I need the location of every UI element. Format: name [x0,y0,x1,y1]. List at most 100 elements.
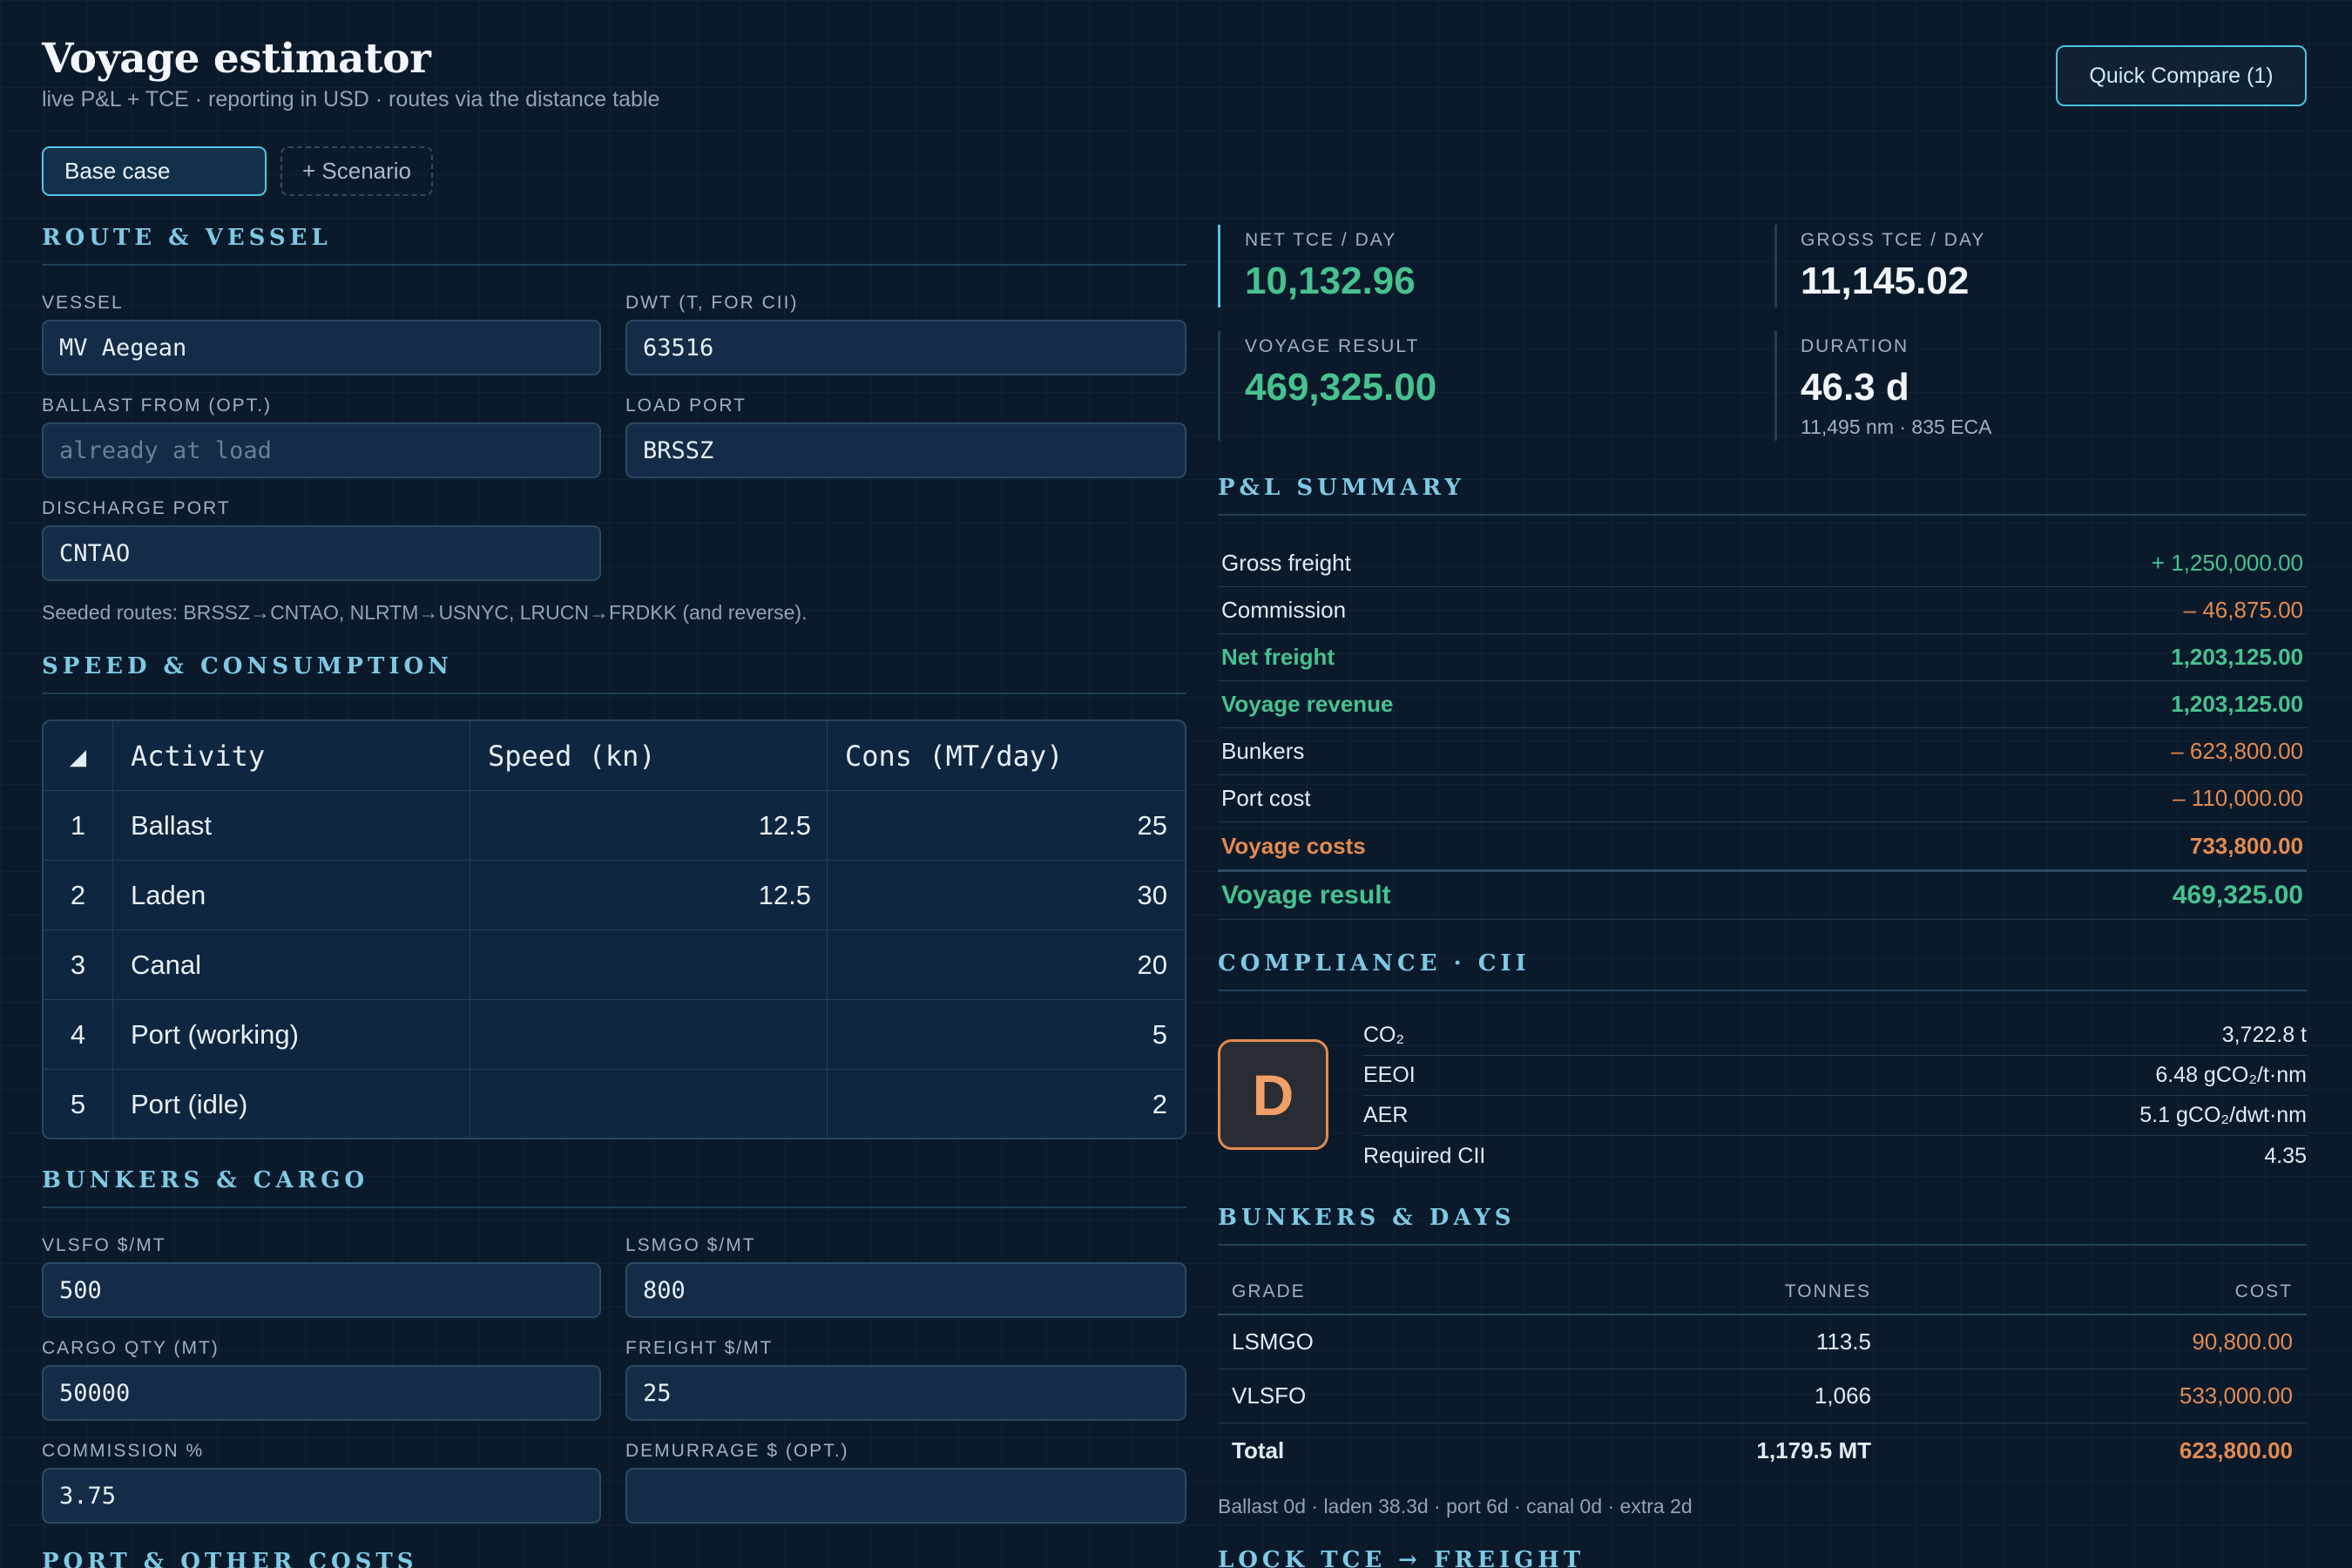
column-header-tonnes: TONNES [1784,1281,1871,1301]
section-divider [42,264,1186,266]
activity-cell[interactable]: Laden [113,861,470,930]
bunker-grade: VLSFO [1232,1382,1307,1409]
cons-cell[interactable]: 25 [828,791,1185,861]
pl-label: Voyage result [1221,881,1391,909]
speed-cell[interactable] [470,1000,828,1070]
discharge-port-label: DISCHARGE PORT [42,498,231,518]
bunker-total-tonnes: 1,179.5 MT [1756,1436,1871,1463]
bunker-total-cost: 623,800.00 [2179,1436,2293,1463]
ballast-from-label: BALLAST FROM (OPT.) [42,395,272,416]
column-header-speed[interactable]: Speed (kn) [470,721,828,791]
section-title-lock-tce: LOCK TCE → FREIGHT [1218,1547,1585,1568]
cii-value: 5.1 gCO₂/dwt·nm [2139,1103,2307,1127]
pl-value: + 1,250,000.00 [2151,550,2303,576]
cii-row-eeoi: EEOI 6.48 gCO₂/t·nm [1363,1056,2307,1096]
cons-cell[interactable]: 5 [828,1000,1185,1070]
activity-cell[interactable]: Canal [113,930,470,1000]
speed-cell[interactable]: 12.5 [470,861,828,930]
lsmgo-price-input[interactable]: 800 [625,1262,1186,1318]
section-divider [1218,1244,2307,1246]
ballast-from-input[interactable]: already at load [42,422,601,478]
pl-label: Commission [1221,597,1347,623]
sort-triangle-icon[interactable]: ◢ [44,721,113,791]
section-divider [42,693,1186,694]
vlsfo-label: VLSFO $/MT [42,1235,166,1255]
net-tce-value: 10,132.96 [1245,260,1416,302]
pl-value: 1,203,125.00 [2171,691,2303,717]
pl-label: Port cost [1221,785,1311,811]
activity-cell[interactable]: Port (working) [113,1000,470,1070]
speed-cell[interactable]: 12.5 [470,791,828,861]
row-number: 1 [44,791,113,861]
cii-row-aer: AER 5.1 gCO₂/dwt·nm [1363,1096,2307,1136]
bunker-table-header: GRADE TONNES COST [1218,1270,2307,1315]
cargo-qty-label: CARGO QTY (MT) [42,1338,220,1358]
speed-cell[interactable] [470,1070,828,1138]
pl-row-voyage-result: Voyage result 469,325.00 [1218,869,2307,920]
cons-cell[interactable]: 2 [828,1070,1185,1138]
section-divider [1218,514,2307,516]
table-row: 3 Canal 20 [44,930,1185,1000]
pl-row-commission: Commission – 46,875.00 [1218,587,2307,634]
section-title-bunkers-days: BUNKERS & DAYS [1218,1205,1516,1231]
voyage-result-value: 469,325.00 [1245,366,1437,409]
section-divider [42,1206,1186,1208]
activity-cell[interactable]: Port (idle) [113,1070,470,1138]
discharge-port-input[interactable]: CNTAO [42,525,601,581]
commission-label: COMMISSION % [42,1441,205,1461]
table-row: VLSFO 1,066 533,000.00 [1218,1369,2307,1423]
row-number: 2 [44,861,113,930]
activity-cell[interactable]: Ballast [113,791,470,861]
vessel-input[interactable]: MV Aegean [42,320,601,375]
net-tce-label: NET TCE / DAY [1245,230,1397,250]
pl-value: 1,203,125.00 [2171,644,2303,670]
cii-value: 6.48 gCO₂/t·nm [2155,1063,2307,1087]
page-title: Voyage estimator [42,35,431,83]
section-title-route-vessel: ROUTE & VESSEL [42,225,332,251]
section-title-pl-summary: P&L SUMMARY [1218,475,1465,501]
pl-value: – 46,875.00 [2183,597,2303,623]
speed-cell[interactable] [470,930,828,1000]
cii-grade-badge: D [1218,1039,1328,1150]
tab-base-case[interactable]: Base case [42,146,267,196]
section-title-port-costs: PORT & OTHER COSTS [42,1549,418,1568]
lsmgo-label: LSMGO $/MT [625,1235,756,1255]
section-title-bunkers-cargo: BUNKERS & CARGO [42,1167,369,1193]
bunker-tonnes: 113.5 [1815,1328,1871,1355]
cargo-qty-input[interactable]: 50000 [42,1365,601,1421]
table-row: 2 Laden 12.5 30 [44,861,1185,930]
kpi-divider [1774,225,1777,308]
commission-input[interactable]: 3.75 [42,1468,601,1524]
cii-label: CO₂ [1363,1023,1405,1047]
freight-label: FREIGHT $/MT [625,1338,774,1358]
vlsfo-price-input[interactable]: 500 [42,1262,601,1318]
cons-cell[interactable]: 20 [828,930,1185,1000]
quick-compare-button[interactable]: Quick Compare (1) [2056,45,2307,106]
gross-tce-label: GROSS TCE / DAY [1801,230,1986,250]
dwt-input[interactable]: 63516 [625,320,1186,375]
column-header-cons[interactable]: Cons (MT/day) [828,721,1185,791]
add-scenario-button[interactable]: + Scenario [280,146,433,196]
column-header-activity[interactable]: Activity [113,721,470,791]
table-row: LSMGO 113.5 90,800.00 [1218,1315,2307,1369]
table-row: 5 Port (idle) 2 [44,1070,1185,1138]
cons-cell[interactable]: 30 [828,861,1185,930]
load-port-input[interactable]: BRSSZ [625,422,1186,478]
duration-value: 46.3 d [1801,366,1909,409]
pl-row-port-cost: Port cost – 110,000.00 [1218,775,2307,822]
column-header-cost: COST [2234,1281,2293,1301]
freight-input[interactable]: 25 [625,1365,1186,1421]
section-title-compliance: COMPLIANCE · CII [1218,950,1531,977]
cii-label: AER [1363,1103,1409,1127]
column-header-grade: GRADE [1232,1281,1306,1301]
cii-value: 4.35 [2264,1143,2307,1168]
pl-row-voyage-costs: Voyage costs 733,800.00 [1218,822,2307,869]
speed-consumption-table: ◢ Activity Speed (kn) Cons (MT/day) 1 Ba… [42,720,1186,1139]
demurrage-label: DEMURRAGE $ (OPT.) [625,1441,849,1461]
demurrage-input[interactable] [625,1468,1186,1524]
pl-label: Net freight [1221,644,1335,670]
vessel-label: VESSEL [42,293,124,313]
table-row: 1 Ballast 12.5 25 [44,791,1185,861]
pl-value: – 623,800.00 [2171,738,2303,764]
pl-label: Voyage costs [1221,832,1366,859]
